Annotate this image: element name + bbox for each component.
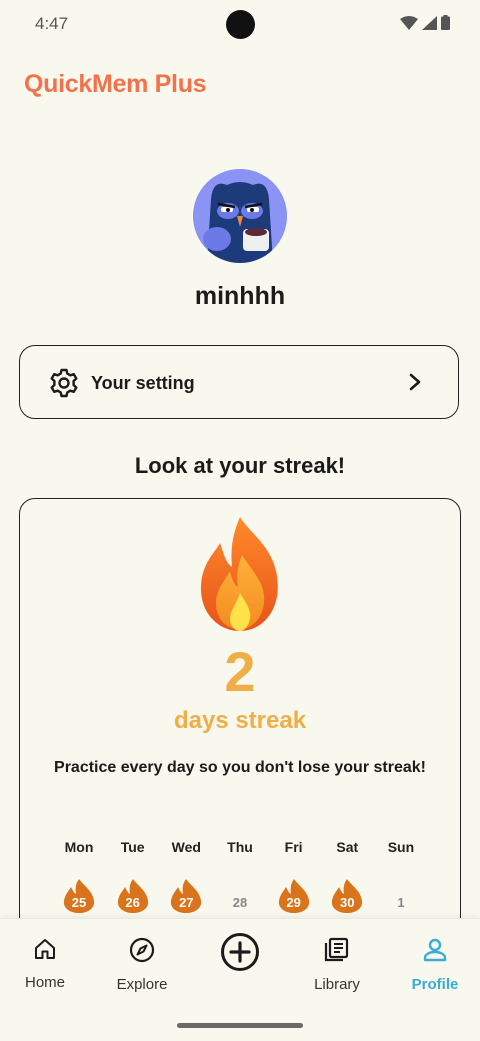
chevron-right-icon bbox=[409, 373, 421, 391]
nav-profile[interactable]: Profile bbox=[390, 937, 480, 993]
nav-label: Library bbox=[314, 976, 360, 993]
nav-label: Home bbox=[24, 974, 65, 991]
streak-hint: Practice every day so you don't lose you… bbox=[54, 759, 426, 776]
gear-icon bbox=[50, 368, 78, 398]
owl-avatar-icon bbox=[193, 169, 287, 263]
wifi-icon bbox=[400, 15, 418, 30]
settings-row[interactable]: Your setting bbox=[19, 345, 459, 419]
person-icon bbox=[423, 938, 447, 962]
nav-library[interactable]: Library bbox=[292, 937, 382, 993]
add-circle-icon bbox=[221, 933, 259, 971]
username: minhhh bbox=[194, 282, 286, 310]
library-icon bbox=[324, 937, 349, 962]
day-name: Fri bbox=[284, 839, 303, 855]
flame-icon bbox=[200, 517, 278, 631]
nav-label: Explore bbox=[116, 976, 168, 993]
day-date: 1 bbox=[397, 895, 405, 910]
day-name: Sat bbox=[336, 839, 359, 855]
nav-label: Profile bbox=[411, 976, 459, 993]
day-name: Thu bbox=[227, 839, 253, 855]
fire-badge: 27 bbox=[170, 879, 202, 913]
fire-badge: 30 bbox=[331, 879, 363, 913]
day-date: 30 bbox=[340, 895, 355, 910]
day-thu: Thu 28 bbox=[214, 839, 266, 919]
day-name: Sun bbox=[387, 839, 415, 855]
day-sat: Sat 30 bbox=[321, 839, 373, 919]
day-date: 26 bbox=[125, 895, 140, 910]
day-name: Wed bbox=[171, 839, 201, 855]
nav-explore[interactable]: Explore bbox=[97, 937, 187, 993]
day-fri: Fri 29 bbox=[268, 839, 320, 919]
nav-add[interactable] bbox=[195, 932, 285, 985]
app-title: QuickMem Plus bbox=[24, 70, 207, 98]
streak-count: 2 bbox=[224, 640, 256, 703]
day-sun: Sun 1 bbox=[375, 839, 427, 919]
fire-badge: 29 bbox=[278, 879, 310, 913]
avatar[interactable] bbox=[193, 169, 287, 263]
fire-badge: 25 bbox=[63, 879, 95, 913]
day-mon: Mon 25 bbox=[53, 839, 105, 919]
day-date: 28 bbox=[232, 895, 248, 910]
day-name: Mon bbox=[64, 839, 94, 855]
streak-section-title: Look at your streak! bbox=[134, 453, 346, 478]
day-date: 29 bbox=[286, 895, 301, 910]
day-tue: Tue 26 bbox=[107, 839, 159, 919]
streak-week: Mon 25 Tue 26 Wed 27 Thu 28 Fri 29 Sat 3… bbox=[53, 839, 427, 919]
day-name: Tue bbox=[120, 839, 145, 855]
battery-icon bbox=[441, 15, 450, 30]
settings-label: Your setting bbox=[91, 373, 195, 393]
day-date: 25 bbox=[71, 895, 87, 910]
day-date: 27 bbox=[179, 895, 194, 910]
status-icons bbox=[400, 15, 450, 30]
signal-icon bbox=[422, 15, 437, 30]
day-wed: Wed 27 bbox=[160, 839, 212, 919]
fire-badge: 26 bbox=[117, 879, 149, 913]
home-icon bbox=[35, 939, 55, 959]
status-bar: 4:47 bbox=[0, 0, 480, 48]
streak-unit-label: days streak bbox=[173, 707, 307, 734]
compass-icon bbox=[129, 937, 155, 963]
nav-home[interactable]: Home bbox=[0, 937, 90, 991]
camera-cutout bbox=[226, 10, 255, 39]
status-time: 4:47 bbox=[35, 14, 69, 33]
gesture-bar[interactable] bbox=[177, 1023, 303, 1028]
